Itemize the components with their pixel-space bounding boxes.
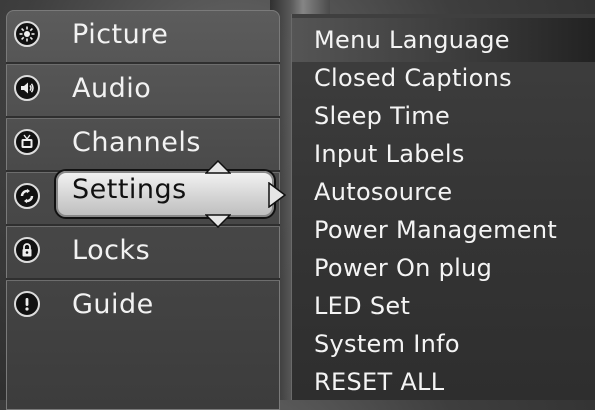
scroll-down-arrow-icon[interactable]	[205, 214, 231, 228]
menu-item-label: Locks	[72, 235, 151, 266]
menu-item-channels[interactable]: Channels	[6, 118, 280, 172]
menu-item-label-selected: Settings	[72, 174, 187, 205]
submenu-item-sleep-time[interactable]: Sleep Time	[314, 102, 450, 130]
settings-icon	[14, 183, 40, 209]
scroll-up-arrow-icon[interactable]	[205, 160, 231, 174]
submenu-item-power-on-plug[interactable]: Power On plug	[314, 254, 492, 282]
submenu-item-led-set[interactable]: LED Set	[314, 292, 410, 320]
menu-item-label: Guide	[72, 289, 154, 320]
submenu-arrow-icon[interactable]	[268, 182, 286, 208]
menu-item-label: Picture	[72, 19, 169, 50]
submenu-item-closed-captions[interactable]: Closed Captions	[314, 64, 512, 92]
submenu-item-menu-language[interactable]: Menu Language	[314, 26, 510, 54]
guide-icon	[14, 291, 40, 317]
menu-item-picture[interactable]: Picture	[6, 10, 280, 64]
submenu-item-autosource[interactable]: Autosource	[314, 178, 452, 206]
menu-item-label: Audio	[72, 73, 152, 104]
channels-icon	[14, 129, 40, 155]
audio-icon	[14, 75, 40, 101]
submenu-item-system-info[interactable]: System Info	[314, 330, 460, 358]
menu-item-label: Channels	[72, 127, 201, 158]
menu-item-guide[interactable]: Guide	[6, 280, 280, 332]
submenu-item-power-management[interactable]: Power Management	[314, 216, 557, 244]
lock-icon	[14, 237, 40, 263]
menu-item-audio[interactable]: Audio	[6, 64, 280, 118]
submenu-item-input-labels[interactable]: Input Labels	[314, 140, 465, 168]
picture-icon	[14, 21, 40, 47]
submenu-item-reset-all[interactable]: RESET ALL	[314, 368, 444, 396]
menu-item-locks[interactable]: Locks	[6, 226, 280, 280]
